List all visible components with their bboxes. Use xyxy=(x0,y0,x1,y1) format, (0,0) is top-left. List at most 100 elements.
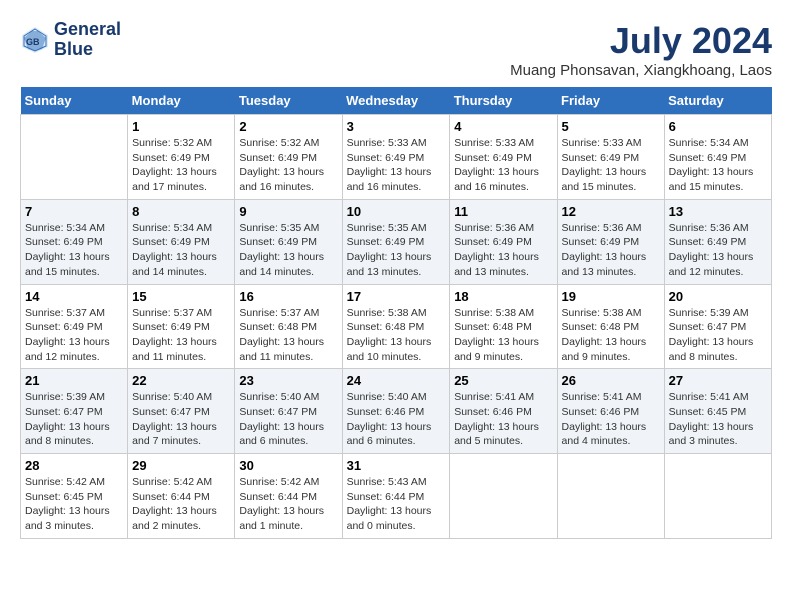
day-number: 7 xyxy=(25,204,123,219)
day-info: Sunrise: 5:40 AM Sunset: 6:47 PM Dayligh… xyxy=(132,390,230,449)
day-info: Sunrise: 5:43 AM Sunset: 6:44 PM Dayligh… xyxy=(347,475,446,534)
calendar-cell: 21 Sunrise: 5:39 AM Sunset: 6:47 PM Dayli… xyxy=(21,369,128,454)
week-row-1: 1Sunrise: 5:32 AM Sunset: 6:49 PM Daylig… xyxy=(21,115,772,200)
logo-line2: Blue xyxy=(54,40,121,60)
day-number: 14 xyxy=(25,289,123,304)
day-number: 12 xyxy=(562,204,660,219)
svg-text:GB: GB xyxy=(26,37,40,47)
calendar-cell: 6Sunrise: 5:34 AM Sunset: 6:49 PM Daylig… xyxy=(664,115,771,200)
day-header-wednesday: Wednesday xyxy=(342,87,450,115)
calendar-cell: 10 Sunrise: 5:35 AM Sunset: 6:49 PM Dayli… xyxy=(342,199,450,284)
calendar-cell: 25Sunrise: 5:41 AM Sunset: 6:46 PM Dayli… xyxy=(450,369,557,454)
calendar-cell xyxy=(21,115,128,200)
calendar-cell xyxy=(450,454,557,539)
day-number: 31 xyxy=(347,458,446,473)
day-info: Sunrise: 5:36 AM Sunset: 6:49 PM Dayligh… xyxy=(562,221,660,280)
calendar-cell: 19 Sunrise: 5:38 AM Sunset: 6:48 PM Dayli… xyxy=(557,284,664,369)
calendar-cell: 12 Sunrise: 5:36 AM Sunset: 6:49 PM Dayli… xyxy=(557,199,664,284)
calendar-cell: 8Sunrise: 5:34 AM Sunset: 6:49 PM Daylig… xyxy=(128,199,235,284)
day-info: Sunrise: 5:42 AM Sunset: 6:44 PM Dayligh… xyxy=(132,475,230,534)
day-number: 24 xyxy=(347,373,446,388)
day-info: Sunrise: 5:37 AM Sunset: 6:48 PM Dayligh… xyxy=(239,306,337,365)
logo: GB General Blue xyxy=(20,20,121,60)
calendar-cell: 23 Sunrise: 5:40 AM Sunset: 6:47 PM Dayli… xyxy=(235,369,342,454)
day-number: 4 xyxy=(454,119,552,134)
day-number: 18 xyxy=(454,289,552,304)
day-info: Sunrise: 5:41 AM Sunset: 6:46 PM Dayligh… xyxy=(562,390,660,449)
day-info: Sunrise: 5:35 AM Sunset: 6:49 PM Dayligh… xyxy=(347,221,446,280)
calendar-cell: 20 Sunrise: 5:39 AM Sunset: 6:47 PM Dayli… xyxy=(664,284,771,369)
day-number: 8 xyxy=(132,204,230,219)
day-info: Sunrise: 5:37 AM Sunset: 6:49 PM Dayligh… xyxy=(25,306,123,365)
header-row: SundayMondayTuesdayWednesdayThursdayFrid… xyxy=(21,87,772,115)
day-number: 26 xyxy=(562,373,660,388)
day-info: Sunrise: 5:32 AM Sunset: 6:49 PM Dayligh… xyxy=(132,136,230,195)
day-info: Sunrise: 5:33 AM Sunset: 6:49 PM Dayligh… xyxy=(562,136,660,195)
logo-line1: General xyxy=(54,20,121,40)
day-info: Sunrise: 5:40 AM Sunset: 6:47 PM Dayligh… xyxy=(239,390,337,449)
day-number: 11 xyxy=(454,204,552,219)
calendar-cell: 28Sunrise: 5:42 AM Sunset: 6:45 PM Dayli… xyxy=(21,454,128,539)
day-header-tuesday: Tuesday xyxy=(235,87,342,115)
day-header-monday: Monday xyxy=(128,87,235,115)
day-header-saturday: Saturday xyxy=(664,87,771,115)
day-number: 10 xyxy=(347,204,446,219)
day-info: Sunrise: 5:35 AM Sunset: 6:49 PM Dayligh… xyxy=(239,221,337,280)
day-info: Sunrise: 5:32 AM Sunset: 6:49 PM Dayligh… xyxy=(239,136,337,195)
calendar-cell: 26 Sunrise: 5:41 AM Sunset: 6:46 PM Dayli… xyxy=(557,369,664,454)
day-number: 19 xyxy=(562,289,660,304)
calendar-cell: 15 Sunrise: 5:37 AM Sunset: 6:49 PM Dayli… xyxy=(128,284,235,369)
calendar-cell: 18 Sunrise: 5:38 AM Sunset: 6:48 PM Dayli… xyxy=(450,284,557,369)
day-number: 27 xyxy=(669,373,767,388)
day-info: Sunrise: 5:38 AM Sunset: 6:48 PM Dayligh… xyxy=(347,306,446,365)
day-info: Sunrise: 5:37 AM Sunset: 6:49 PM Dayligh… xyxy=(132,306,230,365)
day-header-thursday: Thursday xyxy=(450,87,557,115)
day-number: 30 xyxy=(239,458,337,473)
day-info: Sunrise: 5:40 AM Sunset: 6:46 PM Dayligh… xyxy=(347,390,446,449)
day-info: Sunrise: 5:36 AM Sunset: 6:49 PM Dayligh… xyxy=(454,221,552,280)
week-row-5: 28Sunrise: 5:42 AM Sunset: 6:45 PM Dayli… xyxy=(21,454,772,539)
week-row-3: 14 Sunrise: 5:37 AM Sunset: 6:49 PM Dayli… xyxy=(21,284,772,369)
day-info: Sunrise: 5:38 AM Sunset: 6:48 PM Dayligh… xyxy=(454,306,552,365)
calendar-cell: 14 Sunrise: 5:37 AM Sunset: 6:49 PM Dayli… xyxy=(21,284,128,369)
day-number: 15 xyxy=(132,289,230,304)
day-number: 22 xyxy=(132,373,230,388)
day-info: Sunrise: 5:38 AM Sunset: 6:48 PM Dayligh… xyxy=(562,306,660,365)
calendar-cell: 24 Sunrise: 5:40 AM Sunset: 6:46 PM Dayli… xyxy=(342,369,450,454)
calendar-cell: 29 Sunrise: 5:42 AM Sunset: 6:44 PM Dayli… xyxy=(128,454,235,539)
week-row-2: 7Sunrise: 5:34 AM Sunset: 6:49 PM Daylig… xyxy=(21,199,772,284)
subtitle: Muang Phonsavan, Xiangkhoang, Laos xyxy=(510,62,772,79)
calendar-cell: 17Sunrise: 5:38 AM Sunset: 6:48 PM Dayli… xyxy=(342,284,450,369)
day-number: 21 xyxy=(25,373,123,388)
title-area: July 2024 Muang Phonsavan, Xiangkhoang, … xyxy=(510,20,772,79)
day-info: Sunrise: 5:33 AM Sunset: 6:49 PM Dayligh… xyxy=(347,136,446,195)
calendar-cell: 5Sunrise: 5:33 AM Sunset: 6:49 PM Daylig… xyxy=(557,115,664,200)
day-number: 20 xyxy=(669,289,767,304)
day-number: 9 xyxy=(239,204,337,219)
day-info: Sunrise: 5:41 AM Sunset: 6:45 PM Dayligh… xyxy=(669,390,767,449)
day-info: Sunrise: 5:34 AM Sunset: 6:49 PM Dayligh… xyxy=(669,136,767,195)
day-info: Sunrise: 5:42 AM Sunset: 6:45 PM Dayligh… xyxy=(25,475,123,534)
calendar-cell: 11 Sunrise: 5:36 AM Sunset: 6:49 PM Dayli… xyxy=(450,199,557,284)
day-number: 29 xyxy=(132,458,230,473)
calendar-cell: 1Sunrise: 5:32 AM Sunset: 6:49 PM Daylig… xyxy=(128,115,235,200)
calendar-cell xyxy=(557,454,664,539)
header: GB General Blue July 2024 Muang Phonsava… xyxy=(20,20,772,79)
day-info: Sunrise: 5:39 AM Sunset: 6:47 PM Dayligh… xyxy=(669,306,767,365)
calendar-cell: 7Sunrise: 5:34 AM Sunset: 6:49 PM Daylig… xyxy=(21,199,128,284)
main-title: July 2024 xyxy=(510,20,772,62)
logo-icon: GB xyxy=(20,25,50,55)
week-row-4: 21 Sunrise: 5:39 AM Sunset: 6:47 PM Dayli… xyxy=(21,369,772,454)
day-info: Sunrise: 5:42 AM Sunset: 6:44 PM Dayligh… xyxy=(239,475,337,534)
day-number: 13 xyxy=(669,204,767,219)
day-number: 16 xyxy=(239,289,337,304)
calendar-cell xyxy=(664,454,771,539)
calendar-cell: 3Sunrise: 5:33 AM Sunset: 6:49 PM Daylig… xyxy=(342,115,450,200)
day-number: 23 xyxy=(239,373,337,388)
day-info: Sunrise: 5:36 AM Sunset: 6:49 PM Dayligh… xyxy=(669,221,767,280)
calendar-cell: 9 Sunrise: 5:35 AM Sunset: 6:49 PM Daylig… xyxy=(235,199,342,284)
calendar-cell: 2Sunrise: 5:32 AM Sunset: 6:49 PM Daylig… xyxy=(235,115,342,200)
day-info: Sunrise: 5:39 AM Sunset: 6:47 PM Dayligh… xyxy=(25,390,123,449)
calendar-cell: 4Sunrise: 5:33 AM Sunset: 6:49 PM Daylig… xyxy=(450,115,557,200)
day-header-friday: Friday xyxy=(557,87,664,115)
